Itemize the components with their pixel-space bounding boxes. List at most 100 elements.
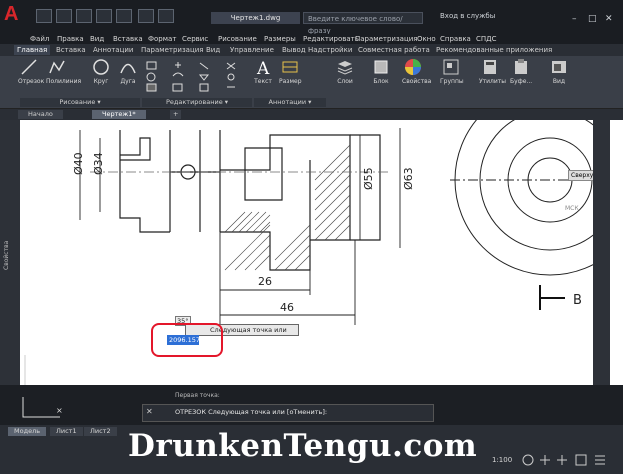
dim-46: 46: [280, 301, 294, 314]
menu-window[interactable]: Окно: [417, 35, 436, 44]
new-tab-button[interactable]: +: [170, 110, 182, 119]
tool-utilities[interactable]: Утилиты: [479, 58, 506, 85]
tab-addins[interactable]: Надстройки: [308, 45, 352, 55]
tab-drawing1[interactable]: Чертеж1*: [92, 110, 146, 119]
ucs-label[interactable]: МСК: [565, 205, 579, 212]
tab-featured-apps[interactable]: Рекомендованные приложения: [436, 45, 552, 55]
menu-format[interactable]: Формат: [148, 35, 176, 44]
tool-block[interactable]: Блок: [370, 58, 392, 85]
close-icon[interactable]: ✕: [605, 14, 613, 24]
dim-63: Ø63: [402, 167, 415, 190]
command-text[interactable]: ОТРЕЗОК Следующая точка или [оТменить]:: [175, 405, 327, 419]
minimize-icon[interactable]: –: [572, 14, 577, 24]
panel-modify-label[interactable]: Редактирование ▾: [142, 98, 252, 107]
tool-label: Слои: [337, 78, 353, 85]
menu-edit[interactable]: Правка: [57, 35, 84, 44]
tool-label: Буфе...: [510, 78, 533, 85]
tab-home[interactable]: Главная: [14, 45, 51, 55]
edit-tools-icons[interactable]: [145, 60, 255, 94]
open-file-icon[interactable]: [56, 9, 72, 23]
highlight-circle: [151, 323, 223, 357]
tool-dimension[interactable]: Размер: [279, 58, 302, 85]
menu-tools[interactable]: Сервис: [182, 35, 208, 44]
ucs-icon: ×: [22, 397, 63, 418]
document-title: Чертеж1.dwg: [211, 12, 300, 24]
tool-label: Свойства: [402, 78, 432, 85]
search-input[interactable]: Введите ключевое слово/фразу: [303, 12, 423, 35]
menu-modify[interactable]: Редактировать: [303, 35, 359, 44]
panel-draw-label[interactable]: Рисование ▾: [20, 98, 140, 107]
tool-label: Круг: [93, 78, 109, 85]
properties-icon: [405, 59, 421, 75]
save-as-icon[interactable]: [96, 9, 112, 23]
circle-icon: [93, 59, 109, 75]
autocad-logo[interactable]: A: [4, 3, 26, 25]
svg-text:A: A: [256, 59, 270, 76]
tab-layout2[interactable]: Лист2: [84, 427, 117, 436]
tab-manage[interactable]: Управление: [230, 45, 274, 55]
tool-label: Полилиния: [46, 78, 82, 85]
dim-55: Ø55: [362, 167, 375, 190]
dimension-icon: [282, 61, 298, 73]
tool-label: Текст: [254, 78, 272, 85]
menu-help[interactable]: Справка: [440, 35, 471, 44]
tool-arc[interactable]: Дуга: [117, 58, 139, 85]
menu-file[interactable]: Файл: [30, 35, 49, 44]
tool-circle[interactable]: Круг: [90, 58, 112, 85]
properties-palette-bar[interactable]: Свойства: [0, 120, 20, 425]
tool-line[interactable]: Отрезок: [18, 58, 44, 85]
panel-annotation-label[interactable]: Аннотации ▾: [254, 98, 326, 107]
polyline-icon: [49, 60, 65, 74]
tab-collaborate[interactable]: Совместная работа: [358, 45, 430, 55]
annotation-scale[interactable]: 1:100: [492, 456, 512, 464]
arc-icon: [120, 63, 136, 74]
block-icon: [374, 60, 388, 74]
menu-view[interactable]: Вид: [90, 35, 104, 44]
tool-properties[interactable]: Свойства: [402, 58, 431, 85]
save-icon[interactable]: [76, 9, 92, 23]
undo-icon[interactable]: [138, 9, 154, 23]
close-command-icon[interactable]: ✕: [146, 407, 153, 416]
tool-view[interactable]: Вид: [548, 58, 570, 85]
status-tray-icons[interactable]: [520, 452, 620, 468]
tab-layout1[interactable]: Лист1: [50, 427, 83, 436]
tool-label: Дуга: [120, 78, 136, 85]
command-history: Первая точка:: [175, 392, 220, 399]
tool-label: Вид: [552, 78, 566, 85]
menu-dimension[interactable]: Размеры: [264, 35, 296, 44]
tool-layers[interactable]: Слои: [334, 58, 356, 85]
menu-draw[interactable]: Рисование: [218, 35, 257, 44]
redo-icon[interactable]: [158, 9, 174, 23]
menu-spds[interactable]: СПДС: [476, 35, 497, 44]
menu-insert[interactable]: Вставка: [113, 35, 143, 44]
plot-icon[interactable]: [116, 9, 132, 23]
text-icon: A: [256, 59, 270, 76]
tool-polyline[interactable]: Полилиния: [46, 58, 81, 85]
tool-text[interactable]: A Текст: [252, 58, 274, 85]
maximize-icon[interactable]: □: [588, 14, 597, 24]
tool-label: Утилиты: [479, 78, 507, 85]
tab-output[interactable]: Вывод: [282, 45, 306, 55]
dim-34: Ø34: [92, 152, 105, 175]
tool-label: Блок: [373, 78, 389, 85]
tab-parametric[interactable]: Параметризация: [141, 45, 203, 55]
svg-text:×: ×: [56, 406, 63, 415]
tool-groups[interactable]: Группы: [440, 58, 464, 85]
tab-annotate[interactable]: Аннотации: [93, 45, 133, 55]
new-file-icon[interactable]: [36, 9, 52, 23]
view-icon: [552, 61, 566, 73]
tab-model[interactable]: Модель: [8, 427, 47, 436]
navigation-bar[interactable]: [593, 120, 610, 425]
tab-insert[interactable]: Вставка: [56, 45, 86, 55]
watermark: DrunkenTengu.com: [128, 428, 478, 464]
tab-view[interactable]: Вид: [206, 45, 220, 55]
tool-clipboard[interactable]: Буфе...: [510, 58, 532, 85]
dim-40: Ø40: [72, 152, 85, 175]
tool-label: Группы: [440, 78, 464, 85]
tool-label: Отрезок: [18, 78, 45, 85]
technical-drawing: Ø40 Ø34 Ø55 Ø63 26 46 B: [24, 120, 593, 385]
menu-parametric[interactable]: Параметризация: [355, 35, 417, 44]
layers-icon: [337, 61, 353, 75]
tab-start[interactable]: Начало: [18, 110, 63, 119]
login-link[interactable]: Вход в службы: [440, 12, 495, 20]
